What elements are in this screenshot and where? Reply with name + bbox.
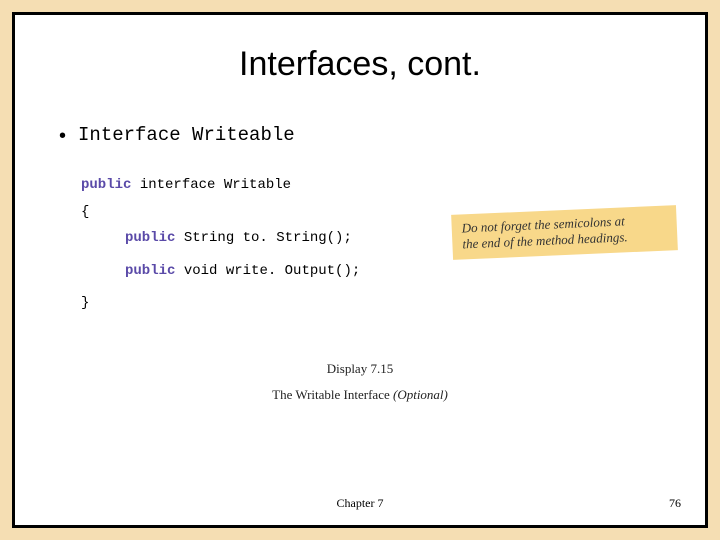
interface-name: Writable bbox=[224, 177, 291, 193]
bullet-text: Interface Writeable bbox=[78, 124, 295, 146]
caption-main: The Writable Interface bbox=[272, 387, 393, 402]
bullet-name: Writeable bbox=[192, 124, 295, 146]
keyword-public: public bbox=[125, 263, 175, 279]
code-text: String to. String(); bbox=[175, 230, 351, 246]
bullet-item: • Interface Writeable bbox=[59, 124, 667, 148]
bullet-marker: • bbox=[59, 124, 66, 148]
code-text: interface bbox=[131, 177, 223, 193]
bullet-prefix: Interface bbox=[78, 124, 192, 146]
keyword-public: public bbox=[81, 177, 131, 193]
code-block: public interface Writable { public Strin… bbox=[81, 172, 667, 317]
slide-title: Interfaces, cont. bbox=[53, 45, 667, 84]
footer-page-number: 76 bbox=[669, 496, 681, 511]
figure-caption: Display 7.15 The Writable Interface (Opt… bbox=[53, 361, 667, 403]
code-line-1: public interface Writable bbox=[81, 172, 667, 199]
slide-frame: Interfaces, cont. • Interface Writeable … bbox=[12, 12, 708, 528]
caption-optional: (Optional) bbox=[393, 387, 448, 402]
method-name: write. Output(); bbox=[226, 263, 360, 279]
footer-chapter: Chapter 7 bbox=[337, 496, 384, 511]
code-line-4: public void write. Output(); bbox=[81, 258, 667, 285]
display-number: Display 7.15 bbox=[53, 361, 667, 377]
keyword-public: public bbox=[125, 230, 175, 246]
code-text: void bbox=[175, 263, 225, 279]
code-line-5: } bbox=[81, 290, 667, 317]
slide-footer: Chapter 7 76 bbox=[15, 496, 705, 511]
